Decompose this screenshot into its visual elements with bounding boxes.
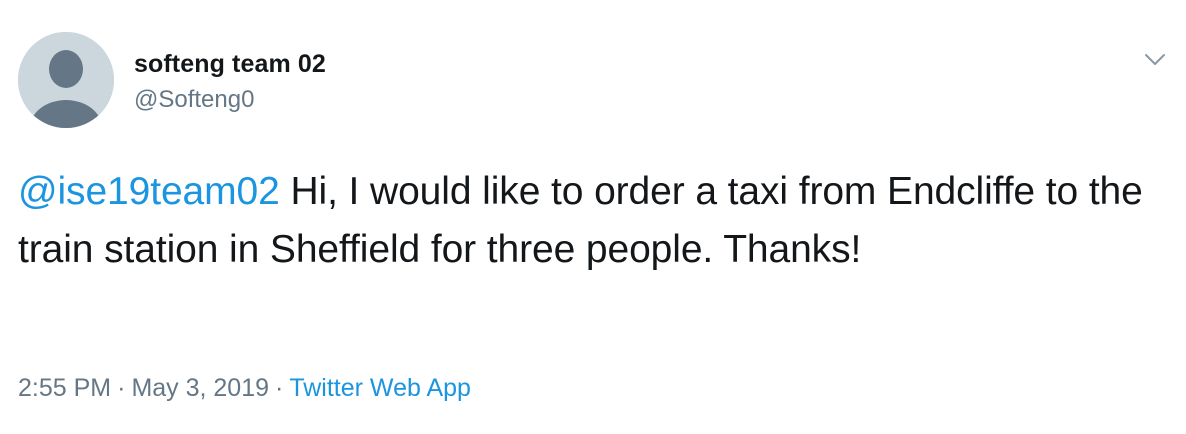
author-display-name[interactable]: softeng team 02 — [134, 48, 326, 80]
tweet-card: softeng team 02 @Softeng0 @ise19team02 H… — [0, 0, 1186, 434]
chevron-down-icon — [1145, 54, 1165, 65]
meta-separator: · — [117, 374, 126, 402]
tweet-date[interactable]: May 3, 2019 — [131, 374, 269, 402]
tweet-time[interactable]: 2:55 PM — [18, 374, 111, 402]
tweet-menu-button[interactable] — [1140, 48, 1170, 72]
default-profile-icon — [18, 32, 114, 128]
tweet-text: @ise19team02 Hi, I would like to order a… — [18, 163, 1178, 279]
meta-separator: · — [275, 374, 284, 402]
tweet-metadata: 2:55 PM · May 3, 2019 · Twitter Web App — [18, 371, 471, 405]
author-info: softeng team 02 @Softeng0 — [134, 48, 326, 116]
author-handle[interactable]: @Softeng0 — [134, 84, 326, 116]
mention-link[interactable]: @ise19team02 — [18, 170, 280, 213]
tweet-source-link[interactable]: Twitter Web App — [289, 374, 471, 402]
avatar[interactable] — [18, 32, 114, 128]
